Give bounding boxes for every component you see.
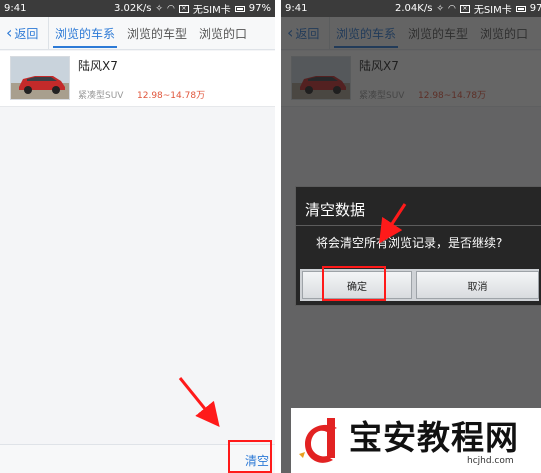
- status-time: 9:41: [285, 3, 308, 14]
- wifi-icon: ◠: [447, 3, 456, 14]
- car-type: 紧凑型SUV: [78, 91, 124, 101]
- status-bar: 9:41 3.02K/s ✧ ◠ × 无SIM卡 97%: [0, 0, 275, 17]
- dialog-message: 将会清空所有浏览记录，是否继续?: [316, 236, 503, 250]
- sim-icon: ×: [459, 4, 470, 13]
- watermark-brand: 宝安教程网: [349, 418, 519, 457]
- highlight-box-clear: [228, 440, 272, 473]
- wifi-icon: ◠: [166, 3, 175, 14]
- car-name: 陆风X7: [78, 59, 118, 73]
- sim-status: 无SIM卡: [473, 5, 512, 16]
- status-bar: 9:41 2.04K/s ✧ ◠ × 无SIM卡 97%: [281, 0, 541, 17]
- back-button[interactable]: ‹ 返回: [0, 17, 49, 49]
- battery-icon: [515, 5, 526, 12]
- signal-icon: ✧: [155, 3, 163, 14]
- highlight-box-confirm: [322, 266, 386, 301]
- cancel-button[interactable]: 取消: [416, 271, 539, 299]
- chevron-left-icon: ‹: [6, 23, 13, 42]
- phone-screen-history: 9:41 3.02K/s ✧ ◠ × 无SIM卡 97% ‹ 返回 浏览的车系 …: [0, 0, 275, 473]
- car-thumbnail: [10, 56, 70, 100]
- tab-browsed-series[interactable]: 浏览的车系: [49, 17, 121, 49]
- tab-browsed-more[interactable]: 浏览的口: [193, 17, 253, 49]
- watermark: 宝安教程网 hcjhd.com: [291, 408, 541, 473]
- dialog-divider: [296, 225, 541, 226]
- sim-status: 无SIM卡: [192, 5, 231, 16]
- back-label: 返回: [14, 26, 39, 41]
- phone-screen-dialog: 9:41 2.04K/s ✧ ◠ × 无SIM卡 97% ‹ 返回 浏览的车系 …: [281, 0, 541, 473]
- brand-logo-icon: [299, 418, 337, 463]
- sim-icon: ×: [178, 4, 189, 13]
- watermark-url: hcjhd.com: [467, 456, 514, 466]
- signal-icon: ✧: [436, 3, 444, 14]
- network-speed: 3.02K/s: [114, 3, 152, 14]
- status-time: 9:41: [4, 3, 27, 14]
- battery-level: 97%: [248, 3, 271, 14]
- battery-icon: [234, 5, 245, 12]
- battery-level: 97%: [529, 3, 541, 14]
- dialog-title: 清空数据: [305, 201, 366, 219]
- car-price: 12.98~14.78万: [137, 91, 206, 101]
- top-nav: ‹ 返回 浏览的车系 浏览的车型 浏览的口: [0, 17, 275, 50]
- history-list-item[interactable]: 陆风X7 紧凑型SUV 12.98~14.78万: [0, 51, 275, 107]
- status-right-group: 2.04K/s ✧ ◠ × 无SIM卡 97%: [395, 1, 541, 16]
- status-right-group: 3.02K/s ✧ ◠ × 无SIM卡 97%: [114, 1, 271, 16]
- network-speed: 2.04K/s: [395, 3, 433, 14]
- tab-browsed-models[interactable]: 浏览的车型: [121, 17, 193, 49]
